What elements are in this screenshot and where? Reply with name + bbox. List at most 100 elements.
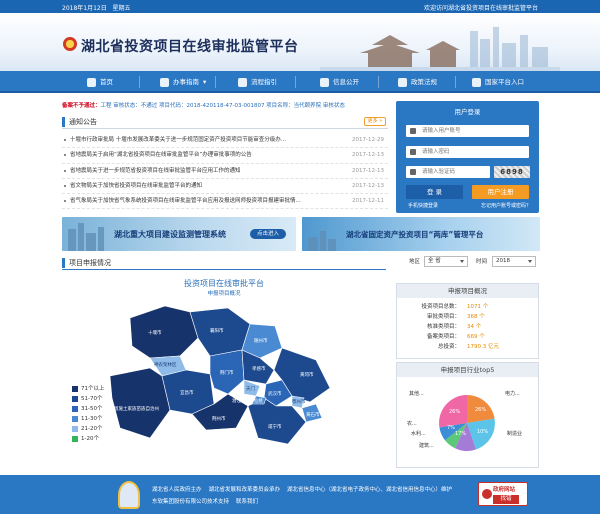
major-project-banner[interactable]: 湖北重大项目建设监测管理系统 点击进入 [62,217,296,251]
map-label: 黄冈市 [300,371,314,378]
pie-category: 水利... [411,430,426,437]
stat-row: 核准类项目： 34 个 [426,324,482,330]
map-label: 仙桃 [254,397,263,404]
project-section-title: 项目申报情况 [69,259,111,267]
map-label: 黄石市 [306,411,320,418]
banner-title: 湖北省固定资产投资项目“两库”管理平台 [346,230,484,239]
map-label: 随州市 [254,337,268,344]
map-label: 恩施土家族苗族自治州 [114,405,159,412]
legend-item: 1-20个 [72,435,105,445]
list-item[interactable]: 省地震局关于进一步规范省投资项目在线审批监管平台应用工作的通知 2017-12-1… [62,164,388,179]
map-label: 咸宁市 [268,423,282,430]
site-title[interactable]: 湖北省投资项目在线审批监管平台 [81,36,299,56]
chevron-down-icon [460,260,464,263]
legend-item: 51-70个 [72,395,105,405]
more-button[interactable]: 更多 » [364,117,386,126]
pie-category: 农... [407,420,417,427]
region-select[interactable]: 全 省 [424,256,468,267]
nav-national-gateway[interactable]: 国家平台入口 [472,71,524,93]
contact-link[interactable]: 联系我们 [236,499,258,505]
list-item[interactable]: 省地震局关于启用“湖北省投资项目在线审批监管平台”办理审批事项的公告 2017-1… [62,148,388,164]
map-label: 孝感市 [252,365,266,372]
nav-info[interactable]: 信息公开 [320,71,359,93]
national-emblem-icon [63,37,77,51]
footer-line-1: 湖北省人民政府主办 湖北省发展和改革委员会承办 湖北省信息中心（湖北省电子政务中心、… [152,487,453,493]
legend-item: 71个以上 [72,385,105,395]
captcha-image[interactable]: 6898 [494,166,530,178]
map-label: 神农架林区 [154,361,177,368]
nav-policy[interactable]: 政策法规 [398,71,437,93]
main-navigation: 首页 办事指南 ▾ 流程指引 信息公开 政策法规 国家平台入口 [0,71,600,93]
welcome-text: 欢迎访问湖北省投资项目在线审批监管平台 [423,5,538,12]
map-legend: 71个以上 51-70个 31-50个 11-30个 21-20个 1-20个 [72,385,105,445]
overview-title: 申报项目概况 [397,284,538,298]
login-button[interactable]: 登 录 [406,185,463,199]
guide-icon [160,77,169,87]
shield-icon [410,169,416,175]
industry-title: 申报项目行业top5 [397,363,538,377]
username-input[interactable]: 请输入用户账号 [406,125,529,137]
pie-category: 其他... [409,390,424,397]
region-label: 地区 [409,259,421,265]
list-item[interactable]: 省气象局关于加快省气象系统投资项目在线审批监管平台应用及报送网师投资项目报建审批… [62,194,388,210]
fixed-asset-banner[interactable]: 湖北省固定资产投资项目“两库”管理平台 [302,217,540,251]
report-error-badge[interactable]: 政府网站 找错 [478,482,528,506]
site-banner: 湖北省投资项目在线审批监管平台 [0,13,600,71]
chevron-down-icon: ▾ [203,78,207,86]
current-date: 2018年1月12日 星期五 [62,5,131,12]
region-enshi [110,367,171,439]
captcha-input[interactable]: 请输入验证码 [406,166,490,178]
gateway-icon [472,77,481,87]
policy-icon [398,77,407,87]
flow-icon [238,77,247,87]
nav-guide[interactable]: 办事指南 ▾ [160,71,206,93]
list-item[interactable]: 十堰市行政审批局 十堰市发展改革委关于进一步规范固定资产投资项目节能审查分级办.… [62,133,388,149]
time-label: 时间 [476,259,488,265]
stat-row: 投资项目总数： 1071 个 [421,304,489,310]
login-title: 用户登录 [454,108,481,116]
map-label: 荆门市 [220,369,234,376]
overview-panel: 申报项目概况 投资项目总数： 1071 个 审批类项目： 368 个 核准类项目： 3… [396,283,539,359]
list-item[interactable]: 省文物局关于加快省投资项目在线审批监管平台的通知 2017-12-13 [62,179,388,195]
map-label: 宜昌市 [180,389,194,396]
map-title: 投资项目在线审批平台 [184,279,264,288]
hubei-province-map[interactable]: 十堰市 神农架林区 襄阳市 随州市 恩施土家族苗族自治州 宜昌市 荆门市 孝感市… [110,298,350,458]
map-label: 荆州市 [212,415,226,422]
enter-button[interactable]: 点击进入 [250,229,286,239]
government-badge-icon[interactable] [118,481,140,509]
user-icon [410,128,416,134]
industry-panel: 申报项目行业top5 26% 26% 17% 7% 10% 其他... 电力..… [396,362,539,468]
footer-line-2: 东软集团股份有限公司技术支持 联系我们 [152,499,259,505]
map-label: 潜江 [232,397,241,404]
forgot-password-link[interactable]: 忘记用户账号或密码？ [481,202,531,209]
home-icon [87,77,96,87]
banner-title: 湖北重大项目建设监测管理系统 [114,230,226,239]
pie-label: 7% [447,425,455,431]
year-select[interactable]: 2018 [492,256,536,267]
pie-category: 制造业 [507,430,522,437]
pie-label: 10% [477,429,488,435]
stat-row: 备案类项目： 669 个 [426,334,485,340]
legend-item: 21-20个 [72,425,105,435]
legend-item: 11-30个 [72,415,105,425]
lock-icon [410,149,416,155]
site-footer: 湖北省人民政府主办 湖北省发展和改革委员会承办 湖北省信息中心（湖北省电子政务中心、… [0,475,600,514]
scrolling-notice[interactable]: 备案不予通过：工程 审核状态：不通过 项目代码：2018-420118-47-0… [62,101,394,110]
legend-item: 31-50个 [72,405,105,415]
city-skyline-illustration [320,27,560,71]
register-button[interactable]: 用户注册 [472,185,529,199]
industry-pie-chart[interactable]: 26% 26% 17% 7% 10% 其他... 电力... 农... 水利..… [397,377,538,467]
pie-category: 电力... [505,390,520,397]
password-input[interactable]: 请输入密码 [406,146,529,158]
announcements-header: 通知公告 更多 » [62,115,388,129]
nav-home[interactable]: 首页 [87,71,113,93]
stat-row: 审批类项目： 368 个 [426,314,485,320]
top-bar: 2018年1月12日 星期五 欢迎访问湖北省投资项目在线审批监管平台 [0,0,600,13]
map-label: 鄂州市 [292,398,306,405]
pie-label: 17% [455,431,466,437]
map-label: 天门 [246,385,255,392]
nav-flow[interactable]: 流程指引 [238,71,277,93]
map-label: 武汉市 [268,390,282,397]
mobile-login-link[interactable]: 手机快捷登录 [408,202,438,209]
announcements-title: 通知公告 [69,118,97,126]
